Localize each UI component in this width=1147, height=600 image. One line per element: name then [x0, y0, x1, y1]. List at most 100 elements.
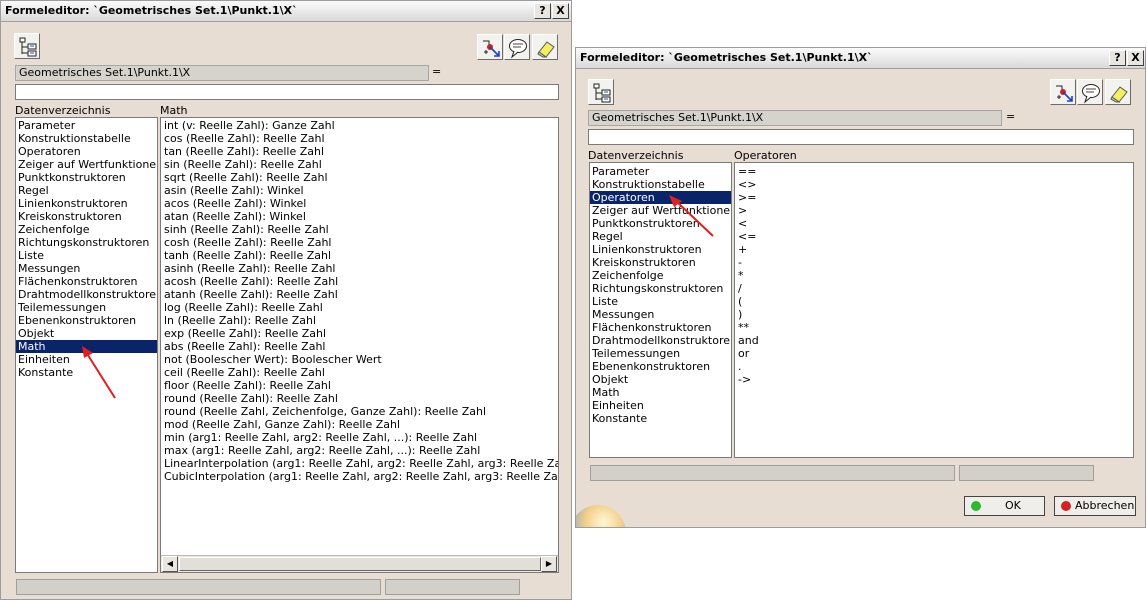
member-list-item[interactable]: sinh (Reelle Zahl): Reelle Zahl — [162, 223, 558, 236]
member-list-item[interactable]: int (v: Reelle Zahl): Ganze Zahl — [162, 119, 558, 132]
dictionary-list-item[interactable]: Richtungskonstruktoren — [590, 282, 731, 295]
dictionary-list-item[interactable]: Zeichenfolge — [590, 269, 731, 282]
member-list-item[interactable]: -> — [736, 373, 1133, 386]
dictionary-list-item[interactable]: Messungen — [16, 262, 157, 275]
scroll-right-arrow-icon[interactable]: ▶ — [541, 556, 557, 572]
left-formula-input[interactable] — [15, 84, 559, 100]
member-list-item[interactable]: not (Boolescher Wert): Boolescher Wert — [162, 353, 558, 366]
member-list-item[interactable]: < — [736, 217, 1133, 230]
left-members-list[interactable]: int (v: Reelle Zahl): Ganze Zahl cos (Ree… — [160, 117, 559, 573]
member-list-item[interactable]: CubicInterpolation (arg1: Reelle Zahl, a… — [162, 470, 558, 483]
dictionary-list-item[interactable]: Liste — [590, 295, 731, 308]
member-list-item[interactable]: round (Reelle Zahl): Reelle Zahl — [162, 392, 558, 405]
left-help-button[interactable]: ? — [534, 3, 551, 19]
member-list-item[interactable]: mod (Reelle Zahl, Ganze Zahl): Reelle Za… — [162, 418, 558, 431]
dictionary-list-item[interactable]: Einheiten — [590, 399, 731, 412]
dictionary-list-item[interactable]: Konstruktionstabelle — [16, 132, 157, 145]
left-measure-select-button[interactable] — [477, 34, 503, 60]
dictionary-list-item[interactable]: Parameter — [16, 119, 157, 132]
member-list-item[interactable]: ) — [736, 308, 1133, 321]
dictionary-list-item[interactable]: Ebenenkonstruktoren — [16, 314, 157, 327]
dictionary-list-item[interactable]: Konstante — [590, 412, 731, 425]
member-list-item[interactable]: . — [736, 360, 1133, 373]
left-formula-tree-button[interactable] — [14, 33, 40, 59]
member-list-item[interactable]: cos (Reelle Zahl): Reelle Zahl — [162, 132, 558, 145]
dictionary-list-item[interactable]: Regel — [16, 184, 157, 197]
dictionary-list-item[interactable]: Flächenkonstruktoren — [590, 321, 731, 334]
member-list-item[interactable]: ** — [736, 321, 1133, 334]
scroll-left-arrow-icon[interactable]: ◀ — [162, 556, 178, 572]
member-list-item[interactable]: tanh (Reelle Zahl): Reelle Zahl — [162, 249, 558, 262]
dictionary-list-item[interactable]: Messungen — [590, 308, 731, 321]
member-list-item[interactable]: sqrt (Reelle Zahl): Reelle Zahl — [162, 171, 558, 184]
right-help-button[interactable]: ? — [1109, 50, 1126, 66]
dictionary-list-item[interactable]: Zeichenfolge — [16, 223, 157, 236]
right-formula-input[interactable] — [588, 129, 1134, 145]
right-eraser-button[interactable] — [1105, 79, 1131, 105]
left-members-hscrollbar[interactable]: ◀ ▶ — [161, 555, 558, 572]
member-list-item[interactable]: ceil (Reelle Zahl): Reelle Zahl — [162, 366, 558, 379]
member-list-item[interactable]: atanh (Reelle Zahl): Reelle Zahl — [162, 288, 558, 301]
member-list-item[interactable]: + — [736, 243, 1133, 256]
dictionary-list-item[interactable]: Operatoren — [16, 145, 157, 158]
dictionary-list-item[interactable]: Teilemessungen — [590, 347, 731, 360]
member-list-item[interactable]: <> — [736, 178, 1133, 191]
member-list-item[interactable]: floor (Reelle Zahl): Reelle Zahl — [162, 379, 558, 392]
left-comment-button[interactable] — [504, 34, 530, 60]
dictionary-list-item[interactable]: Zeiger auf Wertfunktionen — [16, 158, 157, 171]
member-list-item[interactable]: tan (Reelle Zahl): Reelle Zahl — [162, 145, 558, 158]
dictionary-list-item[interactable]: Drahtmodellkonstruktoren — [590, 334, 731, 347]
dictionary-list-item[interactable]: Teilemessungen — [16, 301, 157, 314]
dictionary-list-item[interactable]: Linienkonstruktoren — [16, 197, 157, 210]
member-list-item[interactable]: LinearInterpolation (arg1: Reelle Zahl, … — [162, 457, 558, 470]
dictionary-list-item[interactable]: Ebenenkonstruktoren — [590, 360, 731, 373]
member-list-item[interactable]: > — [736, 204, 1133, 217]
left-hscroll-thumb[interactable] — [179, 557, 541, 571]
member-list-item[interactable]: or — [736, 347, 1133, 360]
member-list-item[interactable]: ( — [736, 295, 1133, 308]
ok-button[interactable]: OK — [964, 496, 1045, 516]
right-title-bar[interactable]: Formeleditor: `Geometrisches Set.1\Punkt… — [576, 48, 1145, 69]
member-list-item[interactable]: == — [736, 165, 1133, 178]
member-list-item[interactable]: round (Reelle Zahl, Zeichenfolge, Ganze … — [162, 405, 558, 418]
member-list-item[interactable]: cosh (Reelle Zahl): Reelle Zahl — [162, 236, 558, 249]
member-list-item[interactable]: ln (Reelle Zahl): Reelle Zahl — [162, 314, 558, 327]
member-list-item[interactable]: asinh (Reelle Zahl): Reelle Zahl — [162, 262, 558, 275]
right-comment-button[interactable] — [1077, 79, 1103, 105]
member-list-item[interactable]: max (arg1: Reelle Zahl, arg2: Reelle Zah… — [162, 444, 558, 457]
left-eraser-button[interactable] — [532, 34, 558, 60]
member-list-item[interactable]: asin (Reelle Zahl): Winkel — [162, 184, 558, 197]
dictionary-list-item[interactable]: Kreiskonstruktoren — [16, 210, 157, 223]
member-list-item[interactable]: exp (Reelle Zahl): Reelle Zahl — [162, 327, 558, 340]
dictionary-list-item[interactable]: Flächenkonstruktoren — [16, 275, 157, 288]
member-list-item[interactable]: min (arg1: Reelle Zahl, arg2: Reelle Zah… — [162, 431, 558, 444]
right-formula-tree-button[interactable] — [588, 79, 614, 105]
dictionary-list-item[interactable]: Math — [590, 386, 731, 399]
member-list-item[interactable]: sin (Reelle Zahl): Reelle Zahl — [162, 158, 558, 171]
dictionary-list-item[interactable]: Drahtmodellkonstruktoren — [16, 288, 157, 301]
member-list-item[interactable]: <= — [736, 230, 1133, 243]
left-title-bar[interactable]: Formeleditor: `Geometrisches Set.1\Punkt… — [1, 1, 571, 22]
member-list-item[interactable]: atan (Reelle Zahl): Winkel — [162, 210, 558, 223]
right-members-list[interactable]: == <> >= > < <= + - * /() ** and or. -> — [734, 162, 1134, 458]
member-list-item[interactable]: >= — [736, 191, 1133, 204]
member-list-item[interactable]: / — [736, 282, 1133, 295]
right-close-button[interactable]: X — [1127, 50, 1144, 66]
cancel-button[interactable]: Abbrechen — [1054, 496, 1136, 516]
right-measure-select-button[interactable] — [1050, 79, 1076, 105]
member-list-item[interactable]: acosh (Reelle Zahl): Reelle Zahl — [162, 275, 558, 288]
dictionary-list-item[interactable]: Punktkonstruktoren — [16, 171, 157, 184]
member-list-item[interactable]: * — [736, 269, 1133, 282]
dictionary-list-item[interactable]: Objekt — [590, 373, 731, 386]
left-close-button[interactable]: X — [552, 3, 569, 19]
member-list-item[interactable]: and — [736, 334, 1133, 347]
dictionary-list-item[interactable]: Richtungskonstruktoren — [16, 236, 157, 249]
dictionary-list-item[interactable]: Liste — [16, 249, 157, 262]
member-list-item[interactable]: abs (Reelle Zahl): Reelle Zahl — [162, 340, 558, 353]
dictionary-list-item[interactable]: Kreiskonstruktoren — [590, 256, 731, 269]
member-list-item[interactable]: log (Reelle Zahl): Reelle Zahl — [162, 301, 558, 314]
left-parameter-path: Geometrisches Set.1\Punkt.1\X — [15, 65, 429, 81]
dictionary-list-item[interactable]: Parameter — [590, 165, 731, 178]
member-list-item[interactable]: - — [736, 256, 1133, 269]
member-list-item[interactable]: acos (Reelle Zahl): Winkel — [162, 197, 558, 210]
